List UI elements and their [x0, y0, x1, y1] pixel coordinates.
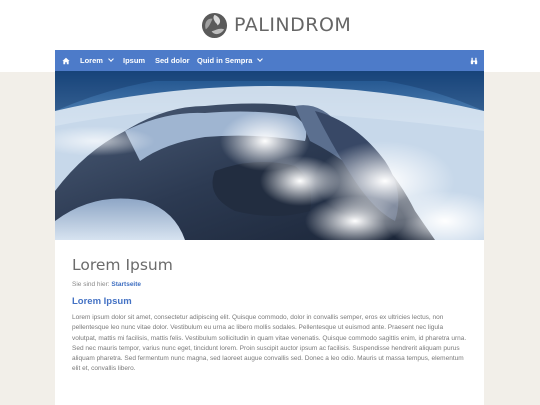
right-side-band [484, 72, 540, 405]
breadcrumb-prefix: Sie sind hier: [72, 281, 110, 288]
search-binoculars-icon [470, 57, 478, 64]
nav-item-ipsum[interactable]: Ipsum [123, 50, 145, 71]
nav-search-button[interactable] [469, 50, 479, 71]
nav-item-label: Lorem [80, 56, 103, 65]
nav-item-sed-dolor[interactable]: Sed dolor [155, 50, 190, 71]
tri-swirl-logo-icon [201, 12, 228, 38]
hero-image-snowy-volcano [55, 71, 484, 240]
left-side-band [0, 72, 55, 405]
page-title: Lorem Ipsum [72, 256, 173, 274]
breadcrumb: Sie sind hier: Startseite [72, 281, 141, 288]
body-paragraph: Lorem ipsum dolor sit amet, consectetur … [72, 314, 467, 373]
nav-item-label: Ipsum [123, 56, 146, 65]
chevron-down-icon [108, 56, 114, 62]
nav-item-lorem[interactable]: Lorem [80, 50, 114, 71]
section-heading: Lorem Ipsum [72, 296, 132, 307]
breadcrumb-link-home[interactable]: Startseite [111, 281, 141, 288]
nav-home-button[interactable] [61, 50, 71, 71]
nav-item-label: Quid in Sempra [197, 56, 253, 65]
nav-item-quid-in-sempra[interactable]: Quid in Sempra [197, 50, 264, 71]
main-navigation: Lorem Ipsum Sed dolor Quid in Sempra [55, 50, 484, 71]
nav-item-label: Sed dolor [155, 56, 190, 65]
chevron-down-icon [257, 56, 264, 62]
site-header: PALINDROM [0, 0, 540, 50]
brand-name: PALINDROM [234, 14, 352, 36]
main-content: Lorem Ipsum Sie sind hier: Startseite Lo… [55, 240, 484, 405]
home-icon [62, 57, 70, 64]
site-logo[interactable]: PALINDROM [201, 11, 351, 39]
